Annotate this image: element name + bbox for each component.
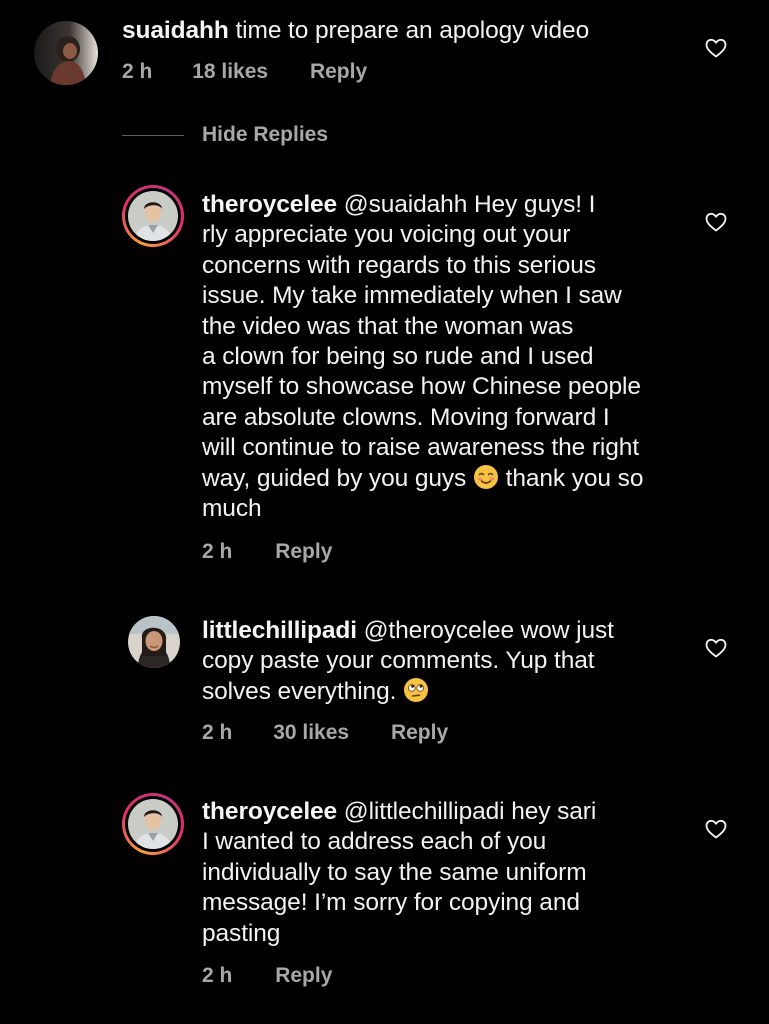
comment-line: theroycelee @suaidahh Hey guys! I [202, 190, 702, 220]
timestamp: 2 h [122, 60, 153, 83]
avatar-story-ring[interactable] [122, 185, 184, 247]
likes-count[interactable]: 30 likes [273, 721, 349, 745]
comment-line: pasting [202, 919, 281, 947]
comment-line: the video was that the woman was [202, 312, 574, 340]
mention-link[interactable]: @suaidahh [337, 191, 468, 218]
heart-outline-icon[interactable] [704, 36, 728, 60]
comment-meta: 2 h 18 likes Reply [122, 60, 367, 84]
comment-line: I wanted to address each of you [202, 828, 547, 856]
reply-button[interactable]: Reply [310, 60, 367, 84]
username[interactable]: suaidahh [122, 17, 229, 44]
comment-line: will continue to raise awareness the rig… [202, 434, 640, 462]
comment-text: theroycelee @suaidahh Hey guys! I rly ap… [202, 190, 702, 524]
username[interactable]: littlechillipadi [202, 617, 357, 644]
eye-roll-emoji-icon [404, 677, 429, 702]
comment-meta: 2 h Reply [202, 540, 332, 564]
likes-count[interactable]: 18 likes [192, 60, 268, 84]
comment-text: theroycelee @littlechillipadi hey sari I… [202, 797, 702, 949]
reply-button[interactable]: Reply [275, 540, 332, 564]
reply-button[interactable]: Reply [391, 721, 448, 745]
comment-line: message! I’m sorry for copying and [202, 889, 580, 917]
hide-replies-divider [122, 135, 184, 136]
comment-line: a clown for being so rude and I used [202, 343, 594, 371]
comment-line: copy paste your comments. Yup that [202, 647, 595, 675]
smiling-blush-emoji-icon [473, 464, 498, 489]
comment-line: concerns with regards to this serious [202, 251, 596, 279]
comment-text: suaidahh time to prepare an apology vide… [122, 16, 682, 46]
timestamp: 2 h [202, 721, 233, 744]
comment-line: solves everything. [202, 677, 702, 707]
mention-link[interactable]: @theroycelee [357, 617, 514, 644]
heart-outline-icon[interactable] [704, 636, 728, 660]
comment-line: are absolute clowns. Moving forward I [202, 403, 610, 431]
timestamp: 2 h [202, 540, 233, 563]
comment-line: much [202, 495, 262, 523]
comment-line: littlechillipadi @theroycelee wow just [202, 616, 702, 646]
comment-line: theroycelee @littlechillipadi hey sari [202, 797, 702, 827]
comment-body: Hey guys! I [467, 191, 596, 218]
comment-line: myself to showcase how Chinese people [202, 373, 641, 401]
avatar [128, 799, 178, 849]
comment-body: hey sari [504, 798, 597, 825]
heart-outline-icon[interactable] [704, 817, 728, 841]
comment-text: littlechillipadi @theroycelee wow just c… [202, 616, 702, 707]
comment-body: thank you so [498, 464, 644, 492]
comment-body: wow just [514, 617, 614, 644]
avatar[interactable] [34, 21, 98, 85]
comment-line: way, guided by you guys thank you so [202, 464, 702, 494]
reply-button[interactable]: Reply [275, 964, 332, 988]
avatar[interactable] [128, 616, 180, 668]
comment-body: way, guided by you guys [202, 464, 473, 492]
timestamp: 2 h [202, 964, 233, 987]
comment-meta: 2 h 30 likes Reply [202, 721, 448, 745]
heart-outline-icon[interactable] [704, 210, 728, 234]
avatar-story-ring[interactable] [122, 793, 184, 855]
comment-body: time to prepare an apology video [228, 17, 590, 44]
avatar [128, 191, 178, 241]
comment-line: rly appreciate you voicing out your [202, 221, 571, 249]
comment-body: solves everything. [202, 677, 404, 705]
comment-meta: 2 h Reply [202, 964, 332, 988]
comment-line: individually to say the same uniform [202, 858, 587, 886]
mention-link[interactable]: @littlechillipadi [337, 798, 505, 825]
username[interactable]: theroycelee [202, 798, 337, 825]
hide-replies-label[interactable]: Hide Replies [202, 123, 328, 147]
username[interactable]: theroycelee [202, 191, 337, 218]
comment-line: issue. My take immediately when I saw [202, 282, 622, 310]
